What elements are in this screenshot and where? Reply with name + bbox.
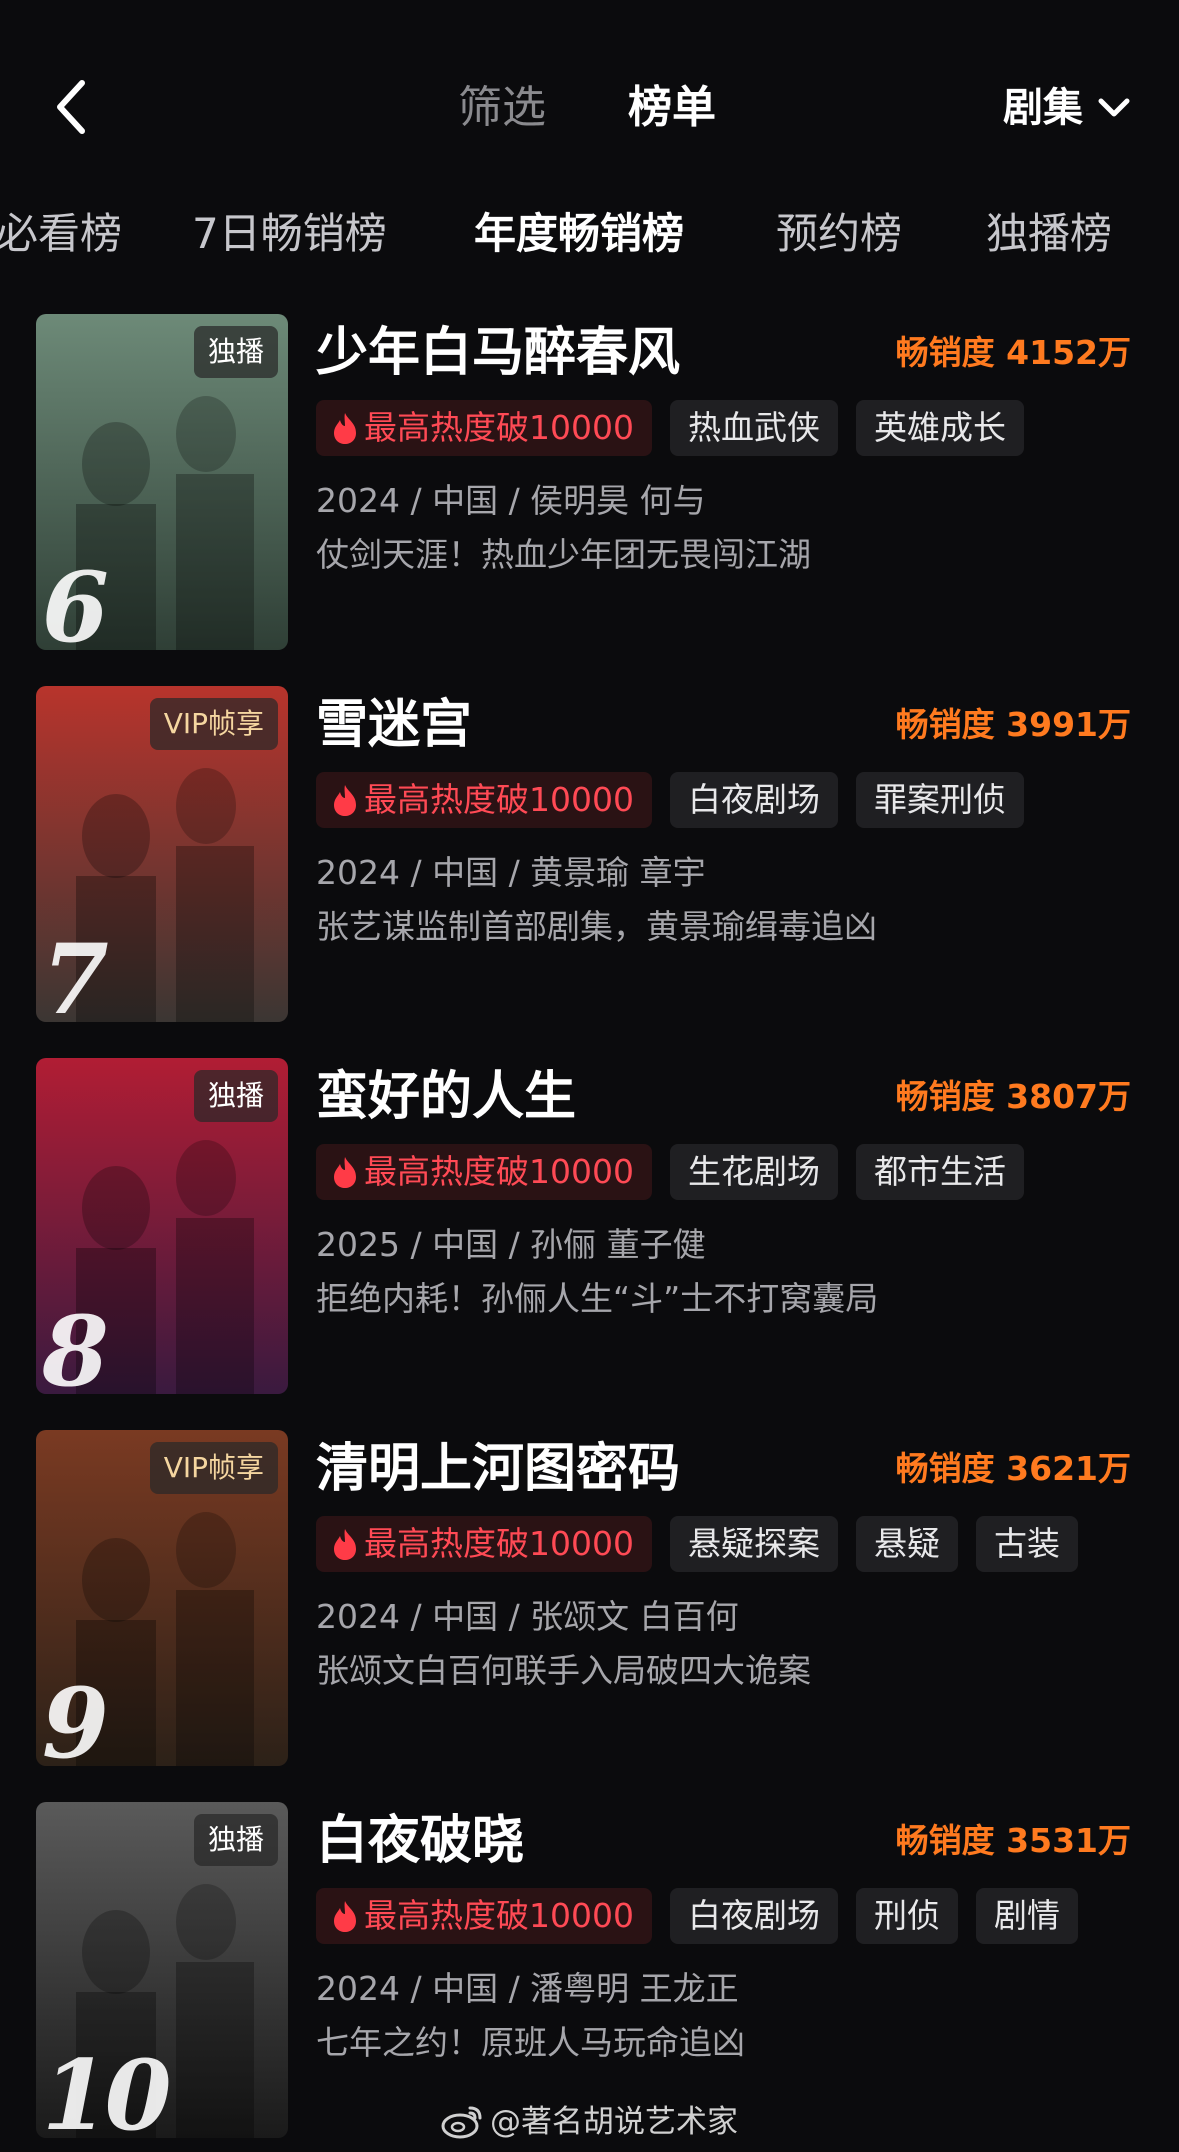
top-header: 筛选 榜单 剧集 xyxy=(0,0,1179,220)
list-item[interactable]: 独播 10 白夜破晓 畅销度 3531万 最高热度破10000 白夜剧场 刑侦 剧情… xyxy=(0,1802,1179,2140)
heat-label: 最高热度破10000 xyxy=(364,408,634,447)
show-meta: 2024 / 中国 / 侯明昊 何与 xyxy=(316,481,706,520)
genre-tag: 都市生活 xyxy=(855,1144,1024,1200)
show-description: 七年之约！原班人马玩命追凶 xyxy=(316,2023,745,2062)
list-item[interactable]: 独播 6 少年白马醉春风 畅销度 4152万 最高热度破10000 热血武侠 英雄… xyxy=(0,314,1179,652)
show-description: 仗剑天涯！热血少年团无畏闯江湖 xyxy=(316,535,811,574)
subtab-annual-bestseller[interactable]: 年度畅销榜 xyxy=(474,200,684,268)
genre-tag: 白夜剧场 xyxy=(669,772,838,828)
poster-badge: 独播 xyxy=(193,1814,278,1866)
show-title[interactable]: 蛮好的人生 xyxy=(316,1062,576,1132)
flame-icon xyxy=(334,1157,356,1188)
show-title[interactable]: 少年白马醉春风 xyxy=(316,318,680,388)
heat-label: 最高热度破10000 xyxy=(364,1896,634,1935)
chevron-left-icon xyxy=(57,80,85,134)
list-item[interactable]: 独播 8 蛮好的人生 畅销度 3807万 最高热度破10000 生花剧场 都市生活… xyxy=(0,1058,1179,1396)
rank-number: 8 xyxy=(42,1295,109,1394)
tab-filter[interactable]: 筛选 xyxy=(458,78,546,138)
heat-tag: 最高热度破10000 xyxy=(316,1144,652,1200)
genre-tag: 古装 xyxy=(975,1516,1078,1572)
list-item[interactable]: VIP帧享 9 清明上河图密码 畅销度 3621万 最高热度破10000 悬疑探… xyxy=(0,1430,1179,1768)
tag-row: 最高热度破10000 生花剧场 都市生活 xyxy=(316,1144,1042,1200)
show-meta: 2025 / 中国 / 孙俪 董子健 xyxy=(316,1225,706,1264)
list-item[interactable]: VIP帧享 7 雪迷宫 畅销度 3991万 最高热度破10000 白夜剧场 罪案刑… xyxy=(0,686,1179,1024)
subtab-exclusive[interactable]: 独播榜 xyxy=(986,200,1112,268)
weibo-icon xyxy=(441,2106,482,2139)
genre-tag: 白夜剧场 xyxy=(669,1888,838,1944)
genre-tag: 悬疑探案 xyxy=(669,1516,838,1572)
genre-tag: 英雄成长 xyxy=(855,400,1024,456)
tag-row: 最高热度破10000 白夜剧场 刑侦 剧情 xyxy=(316,1888,1096,1944)
show-title[interactable]: 雪迷宫 xyxy=(316,690,472,760)
genre-tag: 热血武侠 xyxy=(669,400,838,456)
show-meta: 2024 / 中国 / 潘粤明 王龙正 xyxy=(316,1969,739,2008)
poster-image[interactable]: 独播 8 xyxy=(36,1058,288,1394)
show-title[interactable]: 白夜破晓 xyxy=(316,1806,524,1876)
category-label: 剧集 xyxy=(1003,85,1083,131)
tag-row: 最高热度破10000 白夜剧场 罪案刑侦 xyxy=(316,772,1042,828)
heat-label: 最高热度破10000 xyxy=(364,1152,634,1191)
watermark-text: @著名胡说艺术家 xyxy=(490,2104,738,2140)
category-dropdown[interactable]: 剧集 xyxy=(1003,78,1131,138)
poster-image[interactable]: 独播 6 xyxy=(36,314,288,650)
subtab-reservation[interactable]: 预约榜 xyxy=(776,200,902,268)
sales-score: 畅销度 3991万 xyxy=(895,705,1131,744)
rank-number: 6 xyxy=(42,551,109,650)
rank-number: 10 xyxy=(42,2039,172,2138)
flame-icon xyxy=(334,1901,356,1932)
poster-badge: VIP帧享 xyxy=(149,698,278,750)
show-description: 张艺谋监制首部剧集，黄景瑜缉毒追凶 xyxy=(316,907,877,946)
show-meta: 2024 / 中国 / 黄景瑜 章宇 xyxy=(316,853,706,892)
poster-badge: 独播 xyxy=(193,1070,278,1122)
rank-number: 9 xyxy=(42,1667,109,1766)
heat-label: 最高热度破10000 xyxy=(364,780,634,819)
poster-image[interactable]: VIP帧享 7 xyxy=(36,686,288,1022)
rank-number: 7 xyxy=(42,923,109,1022)
heat-tag: 最高热度破10000 xyxy=(316,400,652,456)
tag-row: 最高热度破10000 热血武侠 英雄成长 xyxy=(316,400,1042,456)
sales-score: 畅销度 4152万 xyxy=(895,333,1131,372)
sales-score: 畅销度 3621万 xyxy=(895,1449,1131,1488)
heat-tag: 最高热度破10000 xyxy=(316,772,652,828)
poster-badge: 独播 xyxy=(193,326,278,378)
show-meta: 2024 / 中国 / 张颂文 白百何 xyxy=(316,1597,739,1636)
subtab-7day-bestseller[interactable]: 7日畅销榜 xyxy=(192,200,387,268)
show-description: 拒绝内耗！孙俪人生“斗”士不打窝囊局 xyxy=(316,1279,879,1318)
heat-tag: 最高热度破10000 xyxy=(316,1516,652,1572)
genre-tag: 生花剧场 xyxy=(669,1144,838,1200)
sales-score: 畅销度 3807万 xyxy=(895,1077,1131,1116)
poster-image[interactable]: 独播 10 xyxy=(36,1802,288,2138)
sales-score: 畅销度 3531万 xyxy=(895,1821,1131,1860)
tab-ranking[interactable]: 榜单 xyxy=(628,78,716,138)
tag-row: 最高热度破10000 悬疑探案 悬疑 古装 xyxy=(316,1516,1096,1572)
flame-icon xyxy=(334,785,356,816)
watermark: @著名胡说艺术家 xyxy=(440,2096,738,2148)
chevron-down-icon xyxy=(1098,98,1130,117)
ranking-subtabs: 必看榜 7日畅销榜 年度畅销榜 预约榜 独播榜 xyxy=(0,200,1179,268)
heat-tag: 最高热度破10000 xyxy=(316,1888,652,1944)
poster-badge: VIP帧享 xyxy=(149,1442,278,1494)
back-button[interactable] xyxy=(40,72,100,142)
show-title[interactable]: 清明上河图密码 xyxy=(316,1434,680,1504)
subtab-must-watch[interactable]: 必看榜 xyxy=(0,200,122,268)
poster-image[interactable]: VIP帧享 9 xyxy=(36,1430,288,1766)
show-description: 张颂文白百何联手入局破四大诡案 xyxy=(316,1651,811,1690)
genre-tag: 刑侦 xyxy=(855,1888,958,1944)
genre-tag: 悬疑 xyxy=(855,1516,958,1572)
heat-label: 最高热度破10000 xyxy=(364,1524,634,1563)
genre-tag: 罪案刑侦 xyxy=(855,772,1024,828)
genre-tag: 剧情 xyxy=(975,1888,1078,1944)
flame-icon xyxy=(334,413,356,444)
flame-icon xyxy=(334,1529,356,1560)
